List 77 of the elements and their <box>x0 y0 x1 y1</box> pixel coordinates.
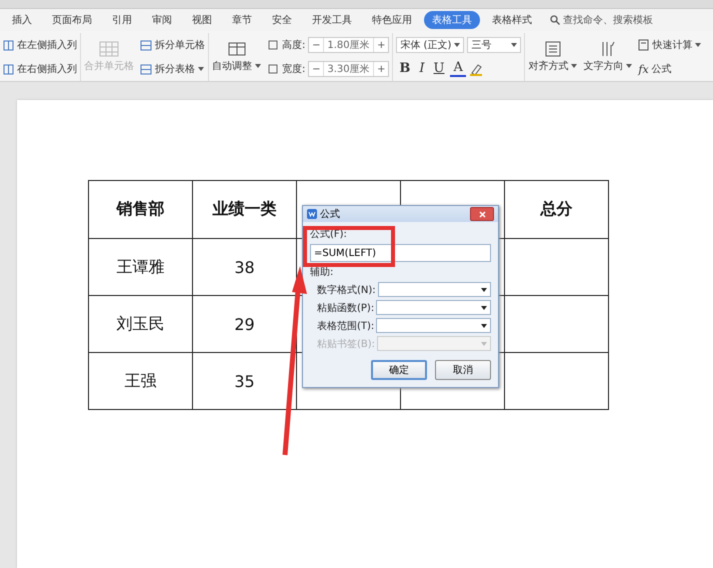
table-header-cell: 总分 <box>505 181 609 239</box>
caret-icon <box>481 324 487 328</box>
split-button[interactable]: 拆分单元格 <box>140 38 205 52</box>
split-icon <box>140 64 152 74</box>
table-cell: 王强 <box>89 353 193 410</box>
dialog-title: 公式 <box>320 208 340 221</box>
close-icon <box>478 210 486 218</box>
close-button[interactable] <box>470 207 494 221</box>
menu-tab[interactable]: 表格样式 <box>484 11 540 29</box>
menu-tab[interactable]: 视图 <box>184 11 220 29</box>
menu-tab[interactable]: 插入 <box>4 11 40 29</box>
size-field[interactable]: − 3.30厘米 + <box>308 61 390 77</box>
menu-tab[interactable]: 表格工具 <box>424 11 480 29</box>
split-button[interactable]: 拆分表格 <box>140 62 205 76</box>
menu-tab[interactable]: 引用 <box>104 11 140 29</box>
insert-column-icon <box>3 40 14 50</box>
font-size-select[interactable]: 三号 <box>467 37 522 53</box>
quick-calc-button[interactable]: 快速计算 <box>638 38 702 52</box>
row-height-icon <box>267 39 279 51</box>
dialog-button[interactable]: 确定 <box>371 360 427 380</box>
caret-icon <box>481 288 487 292</box>
dropdown-label: 粘贴函数(P): <box>317 300 374 314</box>
formula-field[interactable]: =SUM(LEFT) <box>310 244 491 262</box>
dropdown-label: 表格范围(T): <box>317 318 374 332</box>
menu-tab[interactable]: 开发工具 <box>304 11 360 29</box>
menu-tab[interactable]: 章节 <box>224 11 260 29</box>
size-label: 高度: <box>282 38 306 52</box>
caret-icon <box>198 67 204 71</box>
dropdown-field[interactable] <box>376 300 491 315</box>
caret-icon <box>626 64 632 68</box>
dropdown-field[interactable] <box>376 318 491 333</box>
column-width-icon <box>267 63 279 75</box>
caret-icon <box>571 64 578 68</box>
table-header-cell: 业绩一类 <box>193 181 297 239</box>
caret-icon <box>454 43 460 47</box>
caret-icon <box>481 306 487 310</box>
auto-fit-button[interactable]: 自动调整 <box>212 59 261 73</box>
font-family-select[interactable]: 宋体 (正文) <box>396 37 464 53</box>
table-cell: 35 <box>193 353 297 410</box>
insert-column-icon <box>3 64 14 74</box>
format-button[interactable]: U <box>430 62 448 76</box>
menu-tab[interactable]: 页面布局 <box>44 11 100 29</box>
menu-tab[interactable]: 特色应用 <box>364 11 420 29</box>
caret-icon <box>481 342 487 346</box>
calculator-icon <box>638 39 650 51</box>
dropdown-field[interactable] <box>378 282 491 297</box>
insert-column-button[interactable]: 在右侧插入列 <box>3 62 77 76</box>
table-cell: 刘玉民 <box>89 296 193 353</box>
app-icon <box>307 209 317 219</box>
table-header-cell: 销售部 <box>89 181 193 239</box>
table-icon <box>99 41 119 57</box>
table-cell: 王谭雅 <box>89 239 193 296</box>
highlight-icon <box>468 62 483 76</box>
align-icon <box>544 41 562 57</box>
layout-button[interactable]: 文字方向 <box>583 59 632 73</box>
layout-button[interactable]: 对齐方式 <box>528 59 578 73</box>
split-icon <box>140 40 152 50</box>
menu-tab[interactable]: 审阅 <box>144 11 180 29</box>
caret-icon <box>695 43 702 47</box>
search-field[interactable]: 查找命令、搜索模板 <box>550 13 653 27</box>
auto-fit-icon <box>226 41 246 57</box>
dialog-button[interactable]: 取消 <box>435 360 491 380</box>
dropdown-field[interactable] <box>377 336 491 351</box>
caret-icon <box>511 43 518 47</box>
format-button[interactable]: I <box>416 62 428 76</box>
dropdown-label: 数字格式(N): <box>317 282 376 296</box>
dropdown-label: 粘贴书签(B): <box>317 336 376 350</box>
table-cell: 29 <box>193 296 297 353</box>
insert-column-button[interactable]: 在左侧插入列 <box>3 38 77 52</box>
format-button[interactable]: B <box>396 62 414 76</box>
formula-button[interactable]: fx 公式 <box>638 62 702 76</box>
format-button[interactable]: A <box>450 61 466 77</box>
caret-icon <box>255 64 261 68</box>
size-field[interactable]: − 1.80厘米 + <box>308 37 390 53</box>
menu-tab[interactable]: 安全 <box>264 11 300 29</box>
search-icon <box>550 15 560 25</box>
size-label: 宽度: <box>282 62 306 76</box>
